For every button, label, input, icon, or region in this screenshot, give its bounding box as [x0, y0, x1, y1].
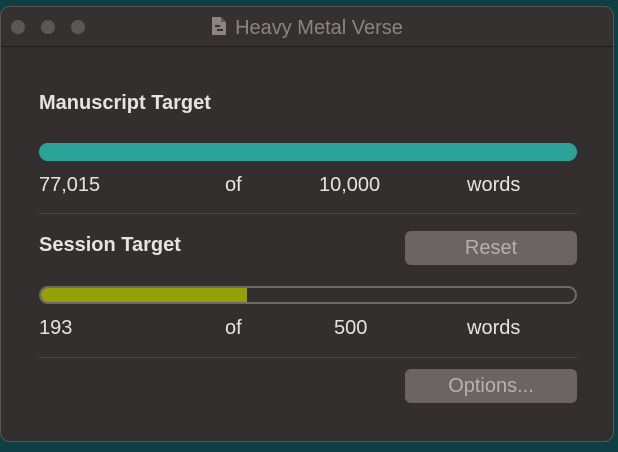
manuscript-current-count: 77,015 — [39, 174, 101, 196]
window-title: Heavy Metal Verse — [235, 17, 403, 39]
manuscript-of-label: of — [225, 174, 242, 196]
document-icon — [211, 16, 227, 41]
session-progress-fill — [41, 288, 248, 302]
session-target-heading: Session Target — [39, 234, 181, 256]
session-current-count: 193 — [39, 317, 73, 339]
session-unit-label: words — [467, 317, 521, 339]
session-target-count[interactable]: 500 — [334, 317, 367, 340]
session-of-label: of — [225, 317, 242, 339]
manuscript-unit-label: words — [467, 174, 521, 196]
manuscript-progress-bar — [39, 143, 577, 161]
title-bar[interactable]: Heavy Metal Verse — [1, 7, 613, 47]
targets-window: Heavy Metal Verse Manuscript Target 77,0… — [0, 6, 614, 442]
manuscript-target-count[interactable]: 10,000 — [319, 174, 380, 197]
window-title-area: Heavy Metal Verse — [1, 16, 613, 41]
manuscript-target-heading: Manuscript Target — [39, 92, 211, 114]
footer-divider — [39, 357, 577, 358]
options-button[interactable]: Options... — [405, 369, 577, 403]
reset-button[interactable]: Reset — [405, 231, 577, 265]
manuscript-progress-fill — [39, 143, 577, 161]
section-divider — [39, 213, 577, 214]
session-progress-bar — [39, 286, 577, 304]
